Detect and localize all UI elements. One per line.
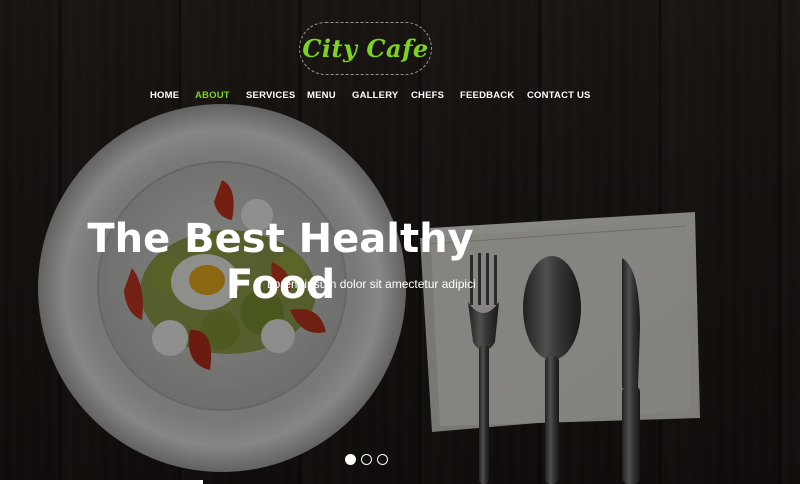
slider-dot-2[interactable] — [361, 454, 372, 465]
slider-dot-1[interactable] — [345, 454, 356, 465]
hero-slider: City Cafe HOME ABOUT SERVICES MENU GALLE… — [0, 0, 800, 484]
nav-item-feedback[interactable]: FEEDBACK — [460, 90, 514, 101]
hero-headline: The Best Healthy Food — [0, 216, 731, 308]
nav-item-contact-us[interactable]: CONTACT US — [527, 90, 591, 101]
nav-item-services[interactable]: SERVICES — [246, 90, 295, 101]
nav-item-home[interactable]: HOME — [150, 90, 179, 101]
slider-dot-3[interactable] — [377, 454, 388, 465]
slider-pagination — [345, 454, 388, 465]
hero-subline: Lorem ipsum dolor sit amectetur adipici — [267, 277, 476, 291]
nav-item-menu[interactable]: MENU — [307, 90, 336, 101]
logo-text: City Cafe — [302, 34, 429, 63]
nav-item-chefs[interactable]: CHEFS — [411, 90, 444, 101]
logo[interactable]: City Cafe — [299, 22, 432, 75]
hero-headline-text: The Best Healthy Food — [87, 216, 474, 308]
nav-item-about[interactable]: ABOUT — [195, 90, 230, 101]
bottom-progress-bar — [0, 480, 203, 484]
nav-item-gallery[interactable]: GALLERY — [352, 90, 398, 101]
